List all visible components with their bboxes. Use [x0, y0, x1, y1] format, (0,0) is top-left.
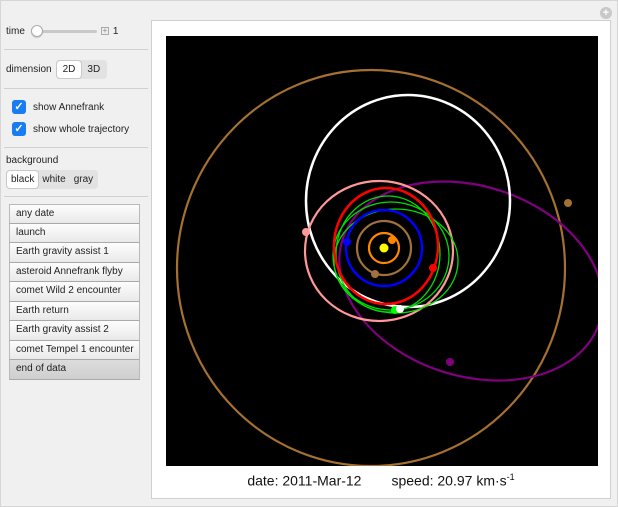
show-trajectory-label: show whole trajectory — [33, 123, 130, 135]
show-annefrank-row: ✓ show Annefrank — [6, 96, 148, 118]
earth-body — [343, 238, 351, 246]
annefrank-body — [302, 228, 310, 236]
plot-frame: date: 2011-Mar-12 speed: 20.97 km·s-1 — [151, 20, 611, 499]
sun — [379, 243, 389, 253]
time-slider-thumb[interactable] — [30, 25, 43, 37]
speed-exponent: -1 — [506, 472, 515, 482]
end-of-data-button[interactable]: end of data — [9, 360, 140, 380]
show-trajectory-checkbox[interactable]: ✓ — [12, 122, 26, 136]
speed-readout: speed: 20.97 km·s — [391, 472, 507, 489]
dimension-option-2d[interactable]: 2D — [56, 60, 82, 78]
background-selector: black white gray — [6, 170, 99, 189]
tempel1-orbit — [338, 180, 598, 382]
background-option-black[interactable]: black — [7, 171, 39, 188]
orbit-plot[interactable] — [166, 36, 598, 466]
outer-body — [564, 199, 572, 207]
tempel1-encounter-button[interactable]: comet Tempel 1 encounter — [9, 340, 140, 360]
expand-icon[interactable]: + — [600, 7, 612, 19]
dimension-label: dimension — [6, 63, 52, 75]
venus-body — [371, 270, 379, 278]
dimension-selector: 2D 3D — [55, 59, 108, 79]
time-slider[interactable] — [30, 25, 97, 37]
outer-orbit — [175, 68, 567, 466]
divider — [4, 88, 148, 89]
time-value: 1 — [112, 25, 119, 37]
show-trajectory-row: ✓ show whole trajectory — [6, 118, 148, 140]
event-button-list: any date launch Earth gravity assist 1 a… — [9, 204, 140, 380]
mercury-body — [388, 236, 396, 244]
earth-gravity-assist-2-button[interactable]: Earth gravity assist 2 — [9, 321, 140, 341]
controls-panel: time + 1 dimension 2D 3D ✓ show Annefran… — [4, 20, 148, 380]
tempel1-body — [446, 358, 454, 366]
time-control: time + 1 — [6, 20, 148, 42]
background-option-gray[interactable]: gray — [70, 171, 97, 188]
earth-gravity-assist-1-button[interactable]: Earth gravity assist 1 — [9, 243, 140, 263]
wild2-encounter-button[interactable]: comet Wild 2 encounter — [9, 282, 140, 302]
background-label: background — [6, 155, 59, 166]
date-readout: date: 2011-Mar-12 — [247, 472, 362, 489]
mars-body — [429, 264, 437, 272]
annefrank-flyby-button[interactable]: asteroid Annefrank flyby — [9, 262, 140, 282]
divider — [4, 49, 148, 50]
orbit-svg — [175, 68, 598, 466]
launch-button[interactable]: launch — [9, 223, 140, 243]
divider — [4, 196, 148, 197]
wild2-body — [396, 305, 404, 313]
spacecraft-orbit — [335, 195, 441, 313]
background-option-white[interactable]: white — [38, 171, 69, 188]
any-date-button[interactable]: any date — [9, 204, 140, 224]
status-caption: date: 2011-Mar-12 speed: 20.97 km·s-1 — [152, 472, 610, 489]
show-annefrank-label: show Annefrank — [33, 101, 105, 113]
dimension-control: dimension 2D 3D — [6, 57, 148, 81]
time-label: time — [6, 25, 25, 37]
divider — [4, 147, 148, 148]
slider-plus-icon[interactable]: + — [100, 27, 109, 35]
show-annefrank-checkbox[interactable]: ✓ — [12, 100, 26, 114]
dimension-option-3d[interactable]: 3D — [81, 61, 106, 78]
annefrank-orbit — [303, 179, 455, 323]
earth-return-button[interactable]: Earth return — [9, 301, 140, 321]
